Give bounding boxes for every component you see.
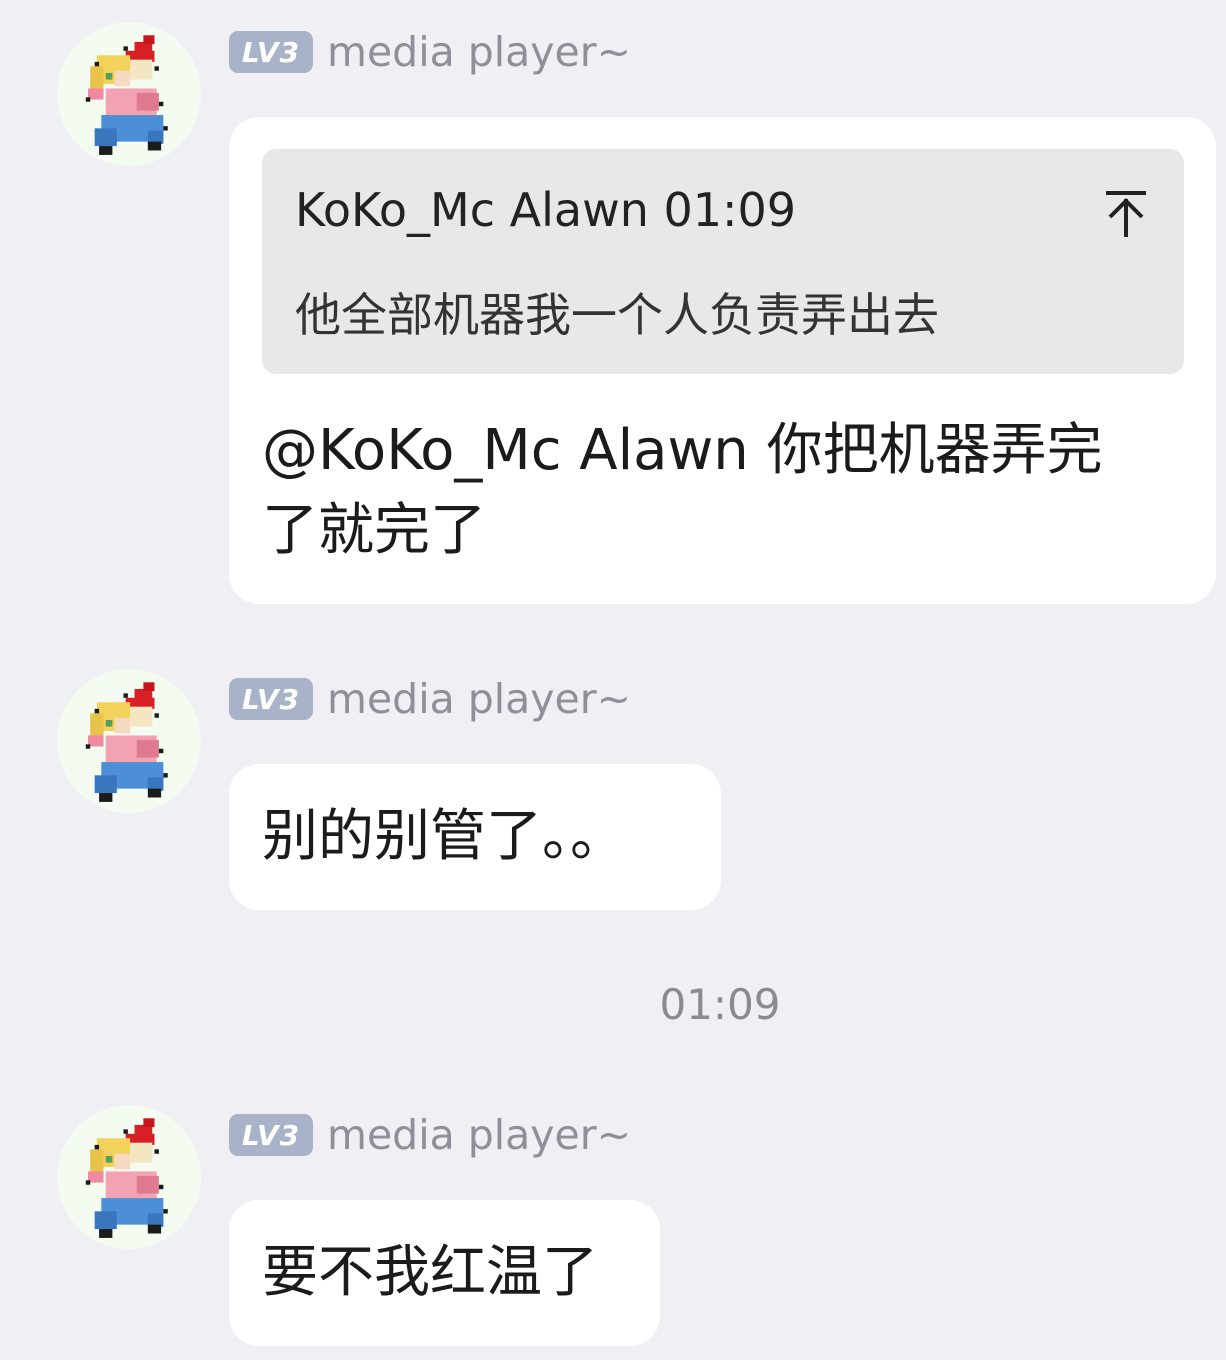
- message-text-line: 了就完了: [262, 498, 486, 563]
- avatar[interactable]: [57, 1105, 201, 1249]
- level-badge: LV3: [229, 31, 313, 73]
- message-bubble[interactable]: 要不我红温了: [229, 1200, 660, 1346]
- message-bubble[interactable]: 别的别管了。。: [229, 764, 721, 910]
- avatar[interactable]: [57, 22, 201, 166]
- reply-quote-header: KoKo_Mc Alawn 01:09: [295, 183, 797, 237]
- level-badge: LV3: [229, 1114, 313, 1156]
- message-bubble[interactable]: KoKo_Mc Alawn 01:09 他全部机器我一个人负责弄出去 @KoKo…: [229, 117, 1216, 604]
- message-text: 要不我红温了: [262, 1240, 598, 1305]
- level-badge: LV3: [229, 678, 313, 720]
- sender-name[interactable]: media player~: [327, 675, 631, 723]
- message-text: 别的别管了。。: [262, 804, 626, 869]
- sender-info: LV3 media player~: [229, 1111, 631, 1159]
- sender-name[interactable]: media player~: [327, 1111, 631, 1159]
- reply-quote[interactable]: KoKo_Mc Alawn 01:09 他全部机器我一个人负责弄出去: [262, 149, 1184, 374]
- avatar-image: [85, 35, 168, 155]
- reply-quote-text: 他全部机器我一个人负责弄出去: [295, 288, 939, 342]
- sender-info: LV3 media player~: [229, 675, 631, 723]
- time-divider: 01:09: [659, 980, 781, 1029]
- avatar-image: [85, 1118, 168, 1238]
- avatar[interactable]: [57, 669, 201, 813]
- sender-name[interactable]: media player~: [327, 28, 631, 76]
- avatar-image: [85, 682, 168, 802]
- message-text-line: @KoKo_Mc Alawn 你把机器弄完: [262, 418, 1103, 483]
- arrow-up-to-top-icon[interactable]: [1104, 189, 1148, 239]
- sender-info: LV3 media player~: [229, 28, 631, 76]
